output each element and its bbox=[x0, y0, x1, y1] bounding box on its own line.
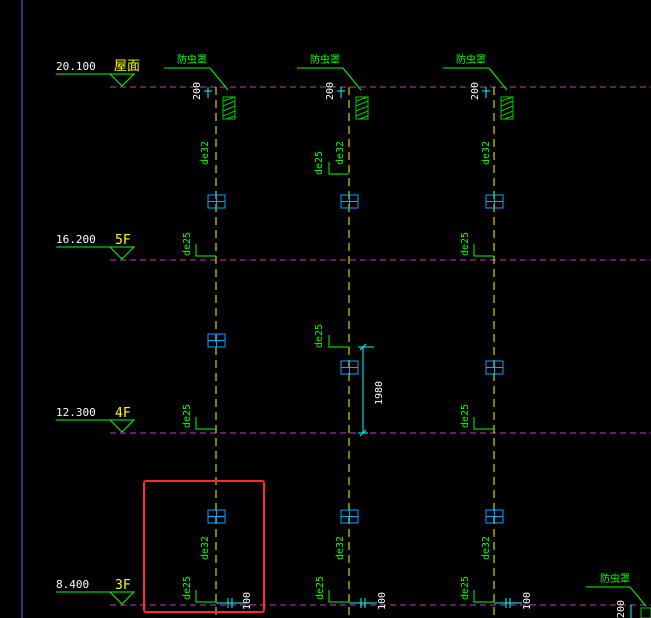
level-floor-4f: 4F bbox=[115, 406, 131, 421]
riser-1-de25-5f: de25 bbox=[182, 232, 193, 256]
riser-1-de25-3f: de25 bbox=[182, 576, 193, 600]
riser-3-cleanout-icon bbox=[485, 194, 504, 209]
riser-4-partial: 防虫罩 200 bbox=[586, 572, 651, 618]
riser-3-cleanout-icon bbox=[485, 509, 504, 524]
level-floor-3f: 3F bbox=[115, 578, 131, 593]
level-marker-5f: 16.200 5F bbox=[56, 233, 136, 260]
riser-2-dim-100: 100 bbox=[377, 592, 388, 610]
riser-3-dim-100: 100 bbox=[522, 592, 533, 610]
riser-1-cleanout-icon bbox=[207, 194, 226, 209]
riser-3-de25-5f: de25 bbox=[460, 232, 471, 256]
level-floor-roof: 屋面 bbox=[114, 59, 140, 74]
riser-4-vent-cap-label: 防虫罩 bbox=[600, 572, 630, 585]
level-elevation-3f: 8.400 bbox=[56, 578, 89, 591]
riser-1-de32-bottom: de32 bbox=[200, 536, 211, 560]
riser-4-dim-200: 200 bbox=[616, 600, 627, 618]
level-elevation-4f: 12.300 bbox=[56, 406, 96, 419]
drainage-riser-drawing: 20.100 屋面 16.200 5F 12.300 4F 8.400 3F 防… bbox=[21, 0, 651, 618]
riser-1-de25-4f: de25 bbox=[182, 404, 193, 428]
riser-3-de25-3f: de25 bbox=[460, 576, 471, 600]
riser-1-vent-cap-label: 防虫罩 bbox=[177, 53, 207, 66]
riser-1-dim-100: 100 bbox=[242, 592, 253, 610]
riser-1-cleanout-icon bbox=[207, 333, 226, 348]
riser-3-de32-top: de32 bbox=[481, 141, 492, 165]
riser-2-de25-mid: de25 bbox=[314, 324, 325, 348]
level-marker-3f: 8.400 3F bbox=[56, 578, 136, 605]
level-marker-roof: 20.100 屋面 bbox=[56, 59, 140, 87]
riser-2-cleanout-icon bbox=[340, 194, 359, 209]
riser-2-cleanout-icon bbox=[340, 509, 359, 524]
riser-2-de25-top: de25 bbox=[314, 151, 325, 175]
riser-3-vent-cap-label: 防虫罩 bbox=[456, 53, 486, 66]
riser-4-hatch bbox=[640, 607, 651, 618]
riser-2-dim-1980: 1980 bbox=[374, 381, 385, 405]
level-elevation-roof: 20.100 bbox=[56, 60, 96, 73]
riser-1: 防虫罩 200 de32 de25 de25 de32 de25 100 bbox=[164, 53, 253, 618]
riser-3-de32-bottom: de32 bbox=[481, 536, 492, 560]
riser-3: 防虫罩 200 de32 de25 de25 de32 de25 100 bbox=[443, 53, 533, 618]
riser-2: 防虫罩 200 de32 de25 de25 de32 de25 1980 10… bbox=[297, 53, 388, 618]
riser-3-dim-200: 200 bbox=[470, 82, 481, 100]
riser-3-de25-4f: de25 bbox=[460, 404, 471, 428]
riser-2-dim-200: 200 bbox=[325, 82, 336, 100]
riser-2-vent-cap-label: 防虫罩 bbox=[310, 53, 340, 66]
level-elevation-5f: 16.200 bbox=[56, 233, 96, 246]
riser-2-de32-bottom: de32 bbox=[335, 536, 346, 560]
riser-1-cleanout-icon bbox=[207, 509, 226, 524]
riser-3-cleanout-icon bbox=[485, 360, 504, 375]
level-marker-4f: 12.300 4F bbox=[56, 406, 136, 433]
riser-2-de25-3f: de25 bbox=[315, 576, 326, 600]
riser-2-cleanout-icon bbox=[340, 360, 359, 375]
riser-1-de32-top: de32 bbox=[200, 141, 211, 165]
riser-1-dim-200: 200 bbox=[192, 82, 203, 100]
level-floor-5f: 5F bbox=[115, 233, 131, 248]
riser-2-de32-top: de32 bbox=[335, 141, 346, 165]
